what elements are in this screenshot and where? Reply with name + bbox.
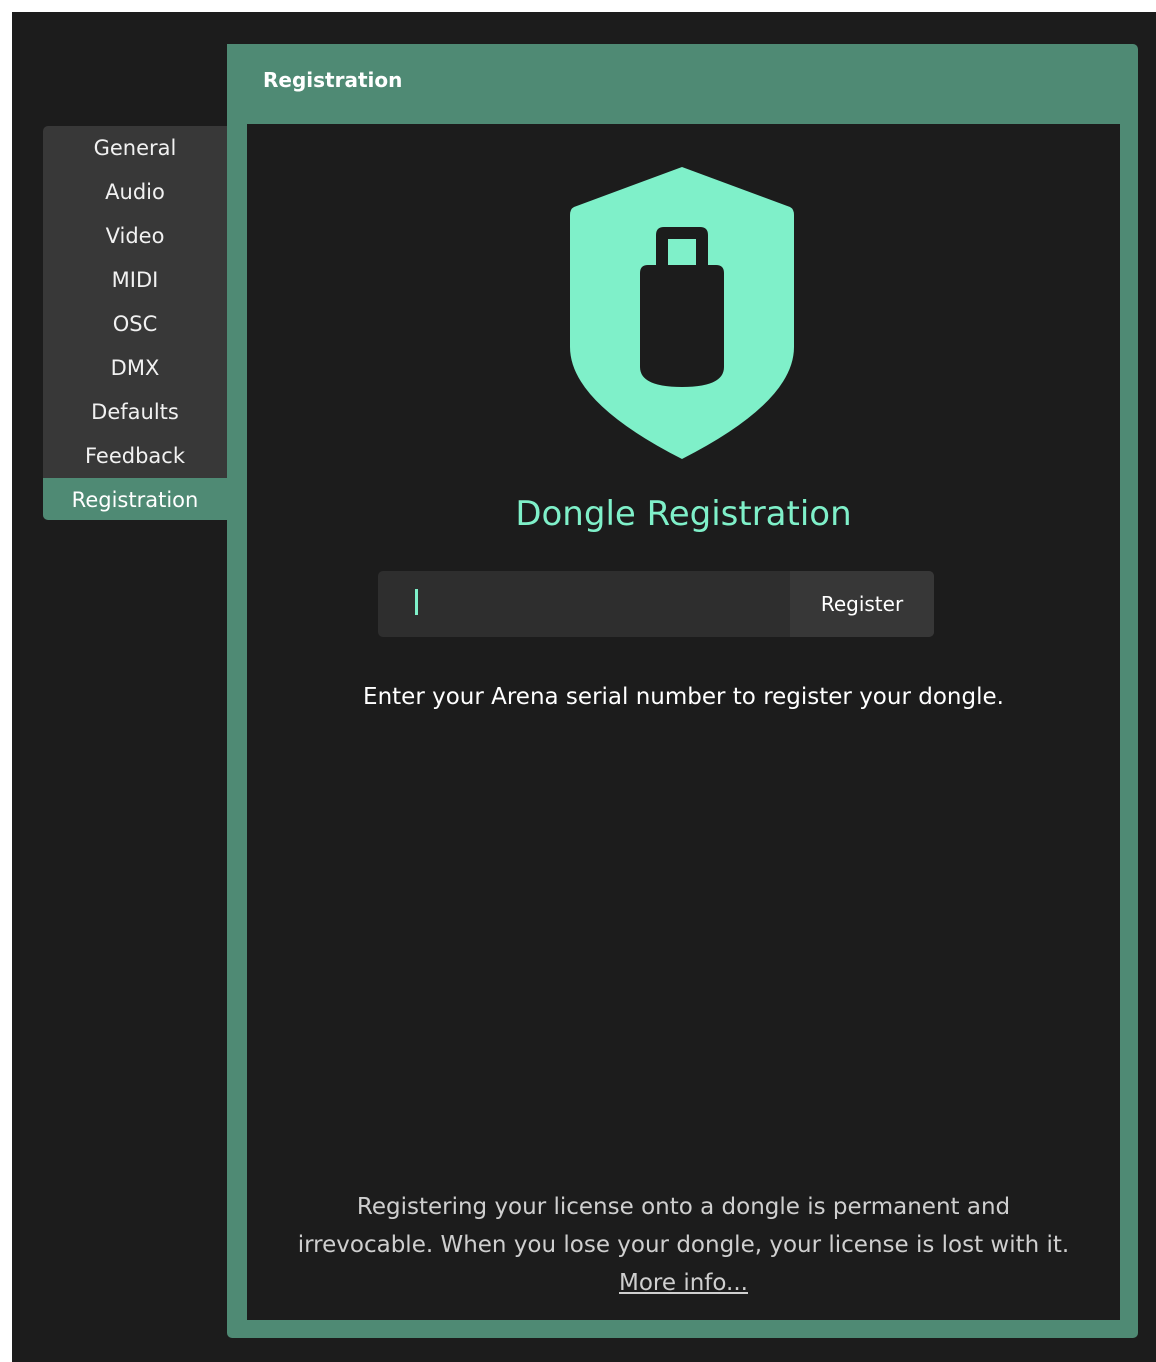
sidebar-item-osc[interactable]: OSC bbox=[43, 302, 227, 346]
usb-dongle-shield-icon bbox=[570, 167, 794, 459]
disclaimer-line-1: Registering your license onto a dongle i… bbox=[356, 1194, 1011, 1220]
sidebar-item-general[interactable]: General bbox=[43, 126, 227, 170]
sidebar-item-video[interactable]: Video bbox=[43, 214, 227, 258]
registration-panel: Registration Dongle Registration Registe… bbox=[227, 44, 1138, 1338]
disclaimer-line-2: irrevocable. When you lose your dongle, … bbox=[297, 1232, 1070, 1258]
sidebar-item-registration[interactable]: Registration bbox=[43, 478, 227, 520]
sidebar-item-feedback[interactable]: Feedback bbox=[43, 434, 227, 478]
sidebar-item-midi[interactable]: MIDI bbox=[43, 258, 227, 302]
preferences-window: General Audio Video MIDI OSC DMX Default… bbox=[12, 12, 1156, 1362]
more-info-link[interactable]: More info... bbox=[619, 1270, 748, 1296]
sidebar-item-dmx[interactable]: DMX bbox=[43, 346, 227, 390]
dongle-registration-heading: Dongle Registration bbox=[515, 494, 852, 534]
register-button[interactable]: Register bbox=[790, 571, 934, 637]
sidebar: General Audio Video MIDI OSC DMX Default… bbox=[43, 126, 227, 520]
serial-number-group: Register bbox=[378, 571, 934, 637]
panel-body: Dongle Registration Register Enter your … bbox=[247, 124, 1120, 1320]
instructions-text: Enter your Arena serial number to regist… bbox=[363, 684, 1004, 710]
disclaimer-text: Registering your license onto a dongle i… bbox=[247, 1188, 1120, 1302]
text-caret bbox=[415, 589, 418, 615]
sidebar-item-defaults[interactable]: Defaults bbox=[43, 390, 227, 434]
sidebar-item-audio[interactable]: Audio bbox=[43, 170, 227, 214]
panel-title: Registration bbox=[263, 68, 403, 92]
serial-number-input[interactable] bbox=[378, 571, 788, 637]
